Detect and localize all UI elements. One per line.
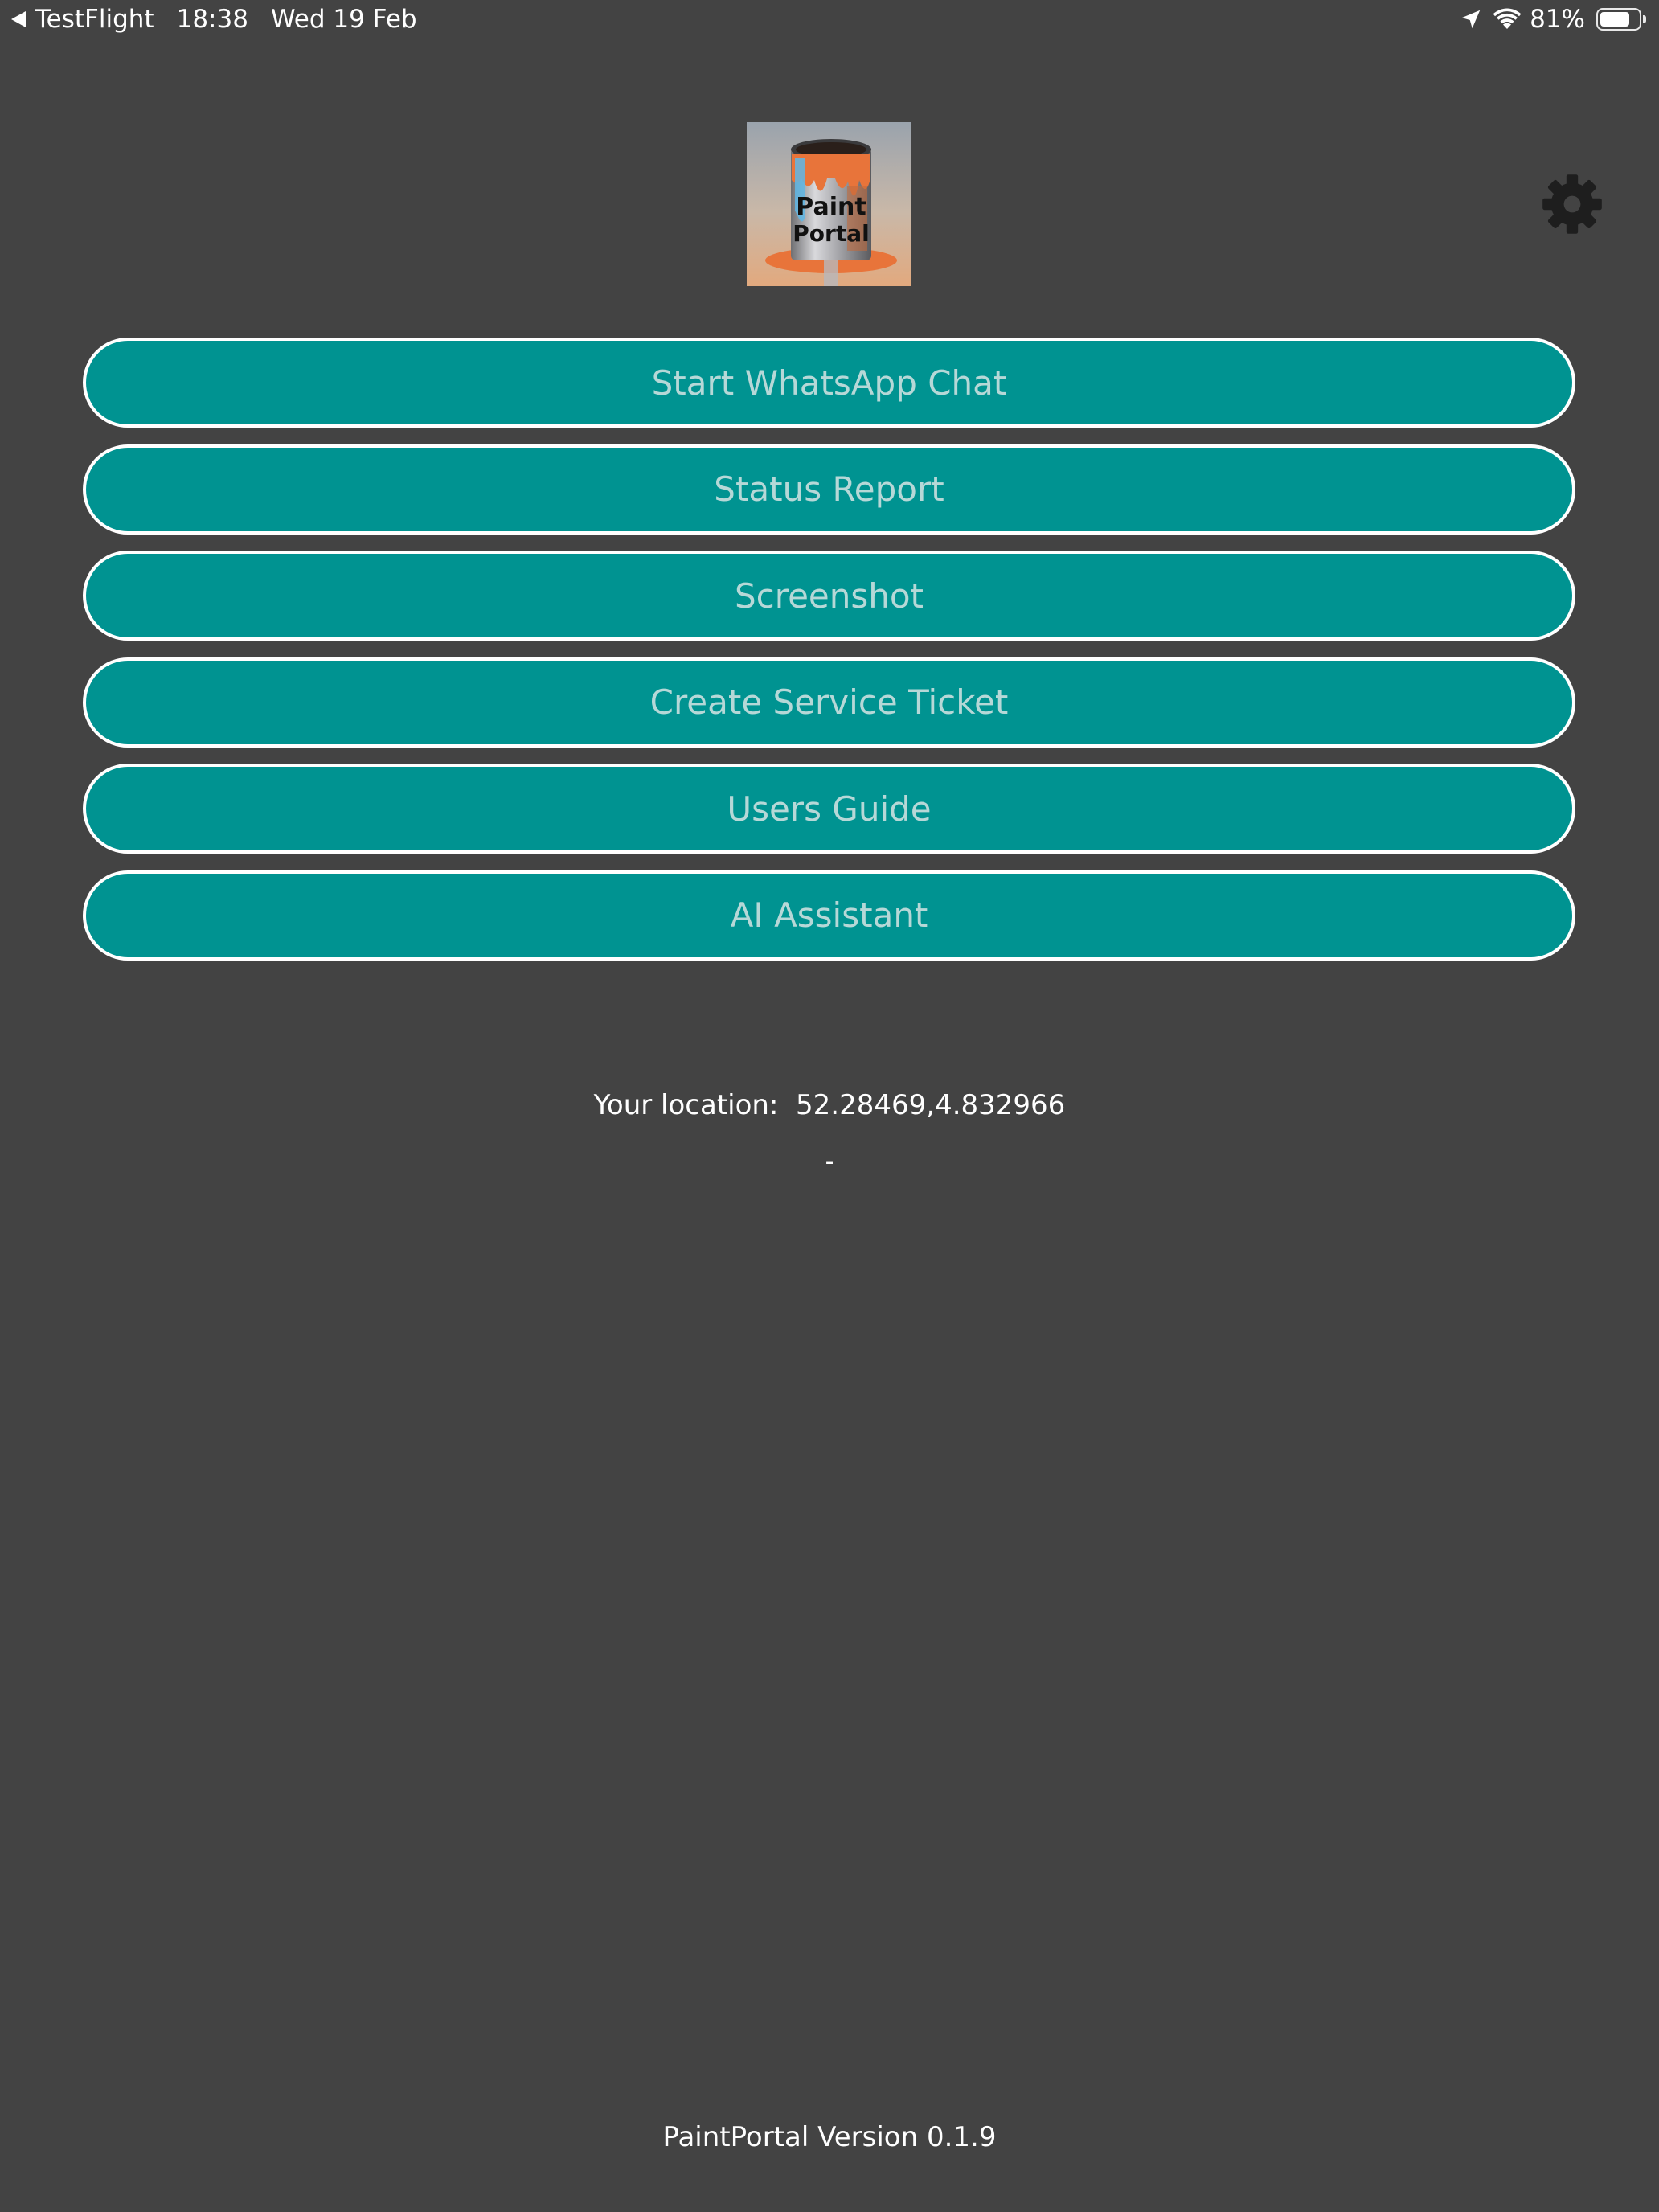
app-screen: TestFlight 18:38 Wed 19 Feb 81% Paint Po… [0, 0, 1659, 2212]
users-guide-button[interactable]: Users Guide [83, 764, 1575, 854]
gear-icon [1542, 174, 1602, 234]
logo-text-line1: Paint [796, 193, 866, 221]
start-whatsapp-chat-button[interactable]: Start WhatsApp Chat [83, 338, 1575, 428]
back-to-app-button[interactable]: TestFlight [11, 5, 154, 34]
battery-tip [1643, 15, 1646, 23]
back-app-label: TestFlight [35, 5, 154, 34]
ai-assistant-button[interactable]: AI Assistant [83, 870, 1575, 961]
status-bar-right: 81% [1459, 5, 1646, 34]
status-bar: TestFlight 18:38 Wed 19 Feb 81% [0, 0, 1659, 42]
action-button-list: Start WhatsApp Chat Status Report Screen… [83, 338, 1575, 977]
location-readout: Your location: 52.28469,4.832966 [0, 1089, 1659, 1121]
create-service-ticket-button[interactable]: Create Service Ticket [83, 657, 1575, 748]
location-label: Your location: [593, 1089, 779, 1121]
paint-can-logo-image: Paint Portal [747, 122, 911, 286]
back-arrow-icon [11, 11, 26, 27]
battery-percent: 81% [1530, 5, 1585, 34]
logo-text-line2: Portal [793, 220, 869, 247]
paint-portal-logo: Paint Portal [747, 122, 911, 286]
location-arrow-icon [1461, 10, 1481, 29]
battery-icon [1596, 8, 1641, 31]
status-bar-left: TestFlight 18:38 Wed 19 Feb [11, 5, 417, 34]
app-version: PaintPortal Version 0.1.9 [662, 2121, 997, 2153]
settings-button[interactable] [1540, 172, 1604, 236]
location-value: 52.28469,4.832966 [796, 1089, 1066, 1121]
status-time: 18:38 [176, 5, 248, 34]
status-date: Wed 19 Feb [270, 5, 417, 34]
battery-fill [1600, 12, 1629, 27]
screenshot-button[interactable]: Screenshot [83, 551, 1575, 641]
wifi-icon [1493, 8, 1522, 29]
location-secondary: - [825, 1148, 834, 1176]
status-report-button[interactable]: Status Report [83, 444, 1575, 535]
